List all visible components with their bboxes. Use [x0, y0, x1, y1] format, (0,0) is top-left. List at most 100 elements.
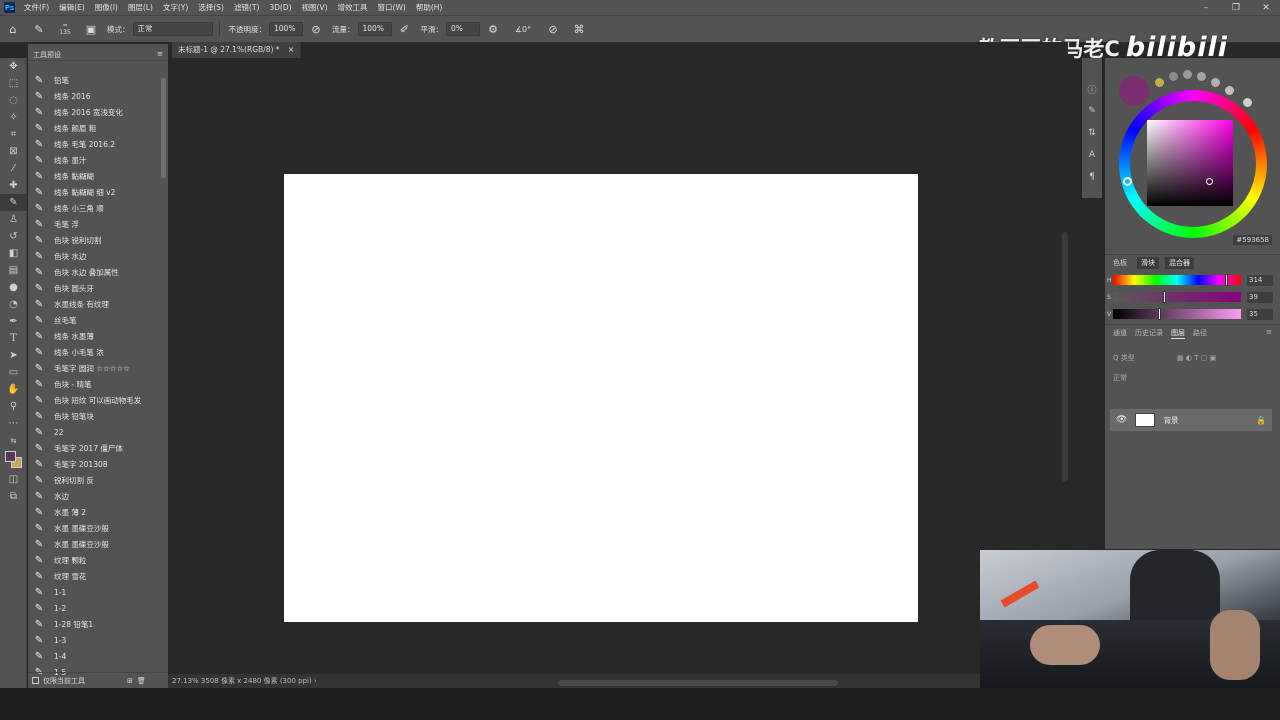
tab-channels[interactable]: 通道: [1113, 328, 1127, 339]
hue-value[interactable]: 314: [1247, 274, 1273, 286]
preset-item[interactable]: ✎ 色块 水边 叠加属性: [28, 264, 158, 280]
menu-image[interactable]: 图像(I): [90, 0, 123, 15]
quick-mask-icon[interactable]: ◫: [0, 471, 27, 488]
brush-settings-icon[interactable]: ▣: [83, 21, 99, 37]
gradient-tool-icon[interactable]: ▤: [0, 262, 27, 279]
history-brush-tool-icon[interactable]: ↺: [0, 228, 27, 245]
menu-edit[interactable]: 编辑(E): [54, 0, 90, 15]
preset-item[interactable]: ✎ 水边: [28, 488, 158, 504]
filter-shape-icon[interactable]: ▢: [1201, 354, 1208, 362]
filter-smart-icon[interactable]: ▣: [1210, 354, 1217, 362]
menu-layer[interactable]: 图层(L): [123, 0, 158, 15]
hex-value[interactable]: #593658: [1233, 235, 1272, 245]
path-selection-tool-icon[interactable]: ➤: [0, 347, 27, 364]
close-tab-icon[interactable]: ×: [288, 45, 294, 54]
recent-swatch[interactable]: [1225, 86, 1234, 95]
tab-sliders[interactable]: 滑块: [1137, 257, 1159, 269]
menu-help[interactable]: 帮助(H): [411, 0, 448, 15]
hue-slider-thumb[interactable]: [1224, 274, 1228, 286]
value-slider[interactable]: [1113, 308, 1241, 320]
filter-type-icon[interactable]: T: [1194, 354, 1198, 362]
preset-item[interactable]: ✎ 1-28 铅笔1: [28, 616, 158, 632]
presets-scrollbar[interactable]: [161, 78, 166, 178]
layer-filter-select[interactable]: Q 类型: [1113, 354, 1135, 362]
document-tab[interactable]: 未标题-1 @ 27.1%(RGB/8) * ×: [172, 42, 302, 58]
menu-type[interactable]: 文字(Y): [158, 0, 193, 15]
hue-marker[interactable]: [1123, 177, 1132, 186]
new-preset-icon[interactable]: ⊞: [127, 677, 133, 685]
pen-tool-icon[interactable]: ✒: [0, 313, 27, 330]
smoothing-options-icon[interactable]: ⚙: [485, 21, 501, 37]
preset-item[interactable]: ✎ 毛笔 浮: [28, 216, 158, 232]
preset-item[interactable]: ✎ 线条 小三角 顺: [28, 200, 158, 216]
panel-menu-icon[interactable]: ≡: [1266, 328, 1272, 339]
delete-preset-icon[interactable]: 🗑: [137, 677, 146, 685]
preset-item[interactable]: ✎ 色块 锐利切割: [28, 232, 158, 248]
move-tool-icon[interactable]: ✥: [0, 58, 27, 75]
preset-item[interactable]: ✎ 色块 水边: [28, 248, 158, 264]
preset-item[interactable]: ✎ 毛笔字 圆润 ☆☆☆☆☆: [28, 360, 158, 376]
preset-item[interactable]: ✎ 线条 黏糊糊: [28, 168, 158, 184]
recent-swatch[interactable]: [1155, 78, 1164, 87]
eraser-tool-icon[interactable]: ◧: [0, 245, 27, 262]
lasso-tool-icon[interactable]: ◌: [0, 92, 27, 109]
brush-settings-panel-icon[interactable]: ✎: [1082, 100, 1102, 122]
hand-tool-icon[interactable]: ✋: [0, 381, 27, 398]
preset-item[interactable]: ✎ 色块 短纹 可以画动物毛发: [28, 392, 158, 408]
preset-item[interactable]: ✎ 线条 墨汁: [28, 152, 158, 168]
angle-icon[interactable]: ∡ 0°: [511, 21, 535, 37]
default-colors-icon[interactable]: ⇆: [0, 432, 27, 449]
preset-item[interactable]: ✎ 色块 铅笔块: [28, 408, 158, 424]
value-value[interactable]: 35: [1247, 308, 1273, 320]
preset-item[interactable]: ✎ 锐利切割 反: [28, 472, 158, 488]
adjustments-icon[interactable]: ⇅: [1082, 122, 1102, 144]
pressure-opacity-icon[interactable]: ⊘: [308, 21, 324, 37]
preset-item[interactable]: ✎ 22: [28, 424, 158, 440]
menu-filter[interactable]: 滤镜(T): [229, 0, 264, 15]
mode-select[interactable]: 正常: [132, 22, 213, 36]
eyedropper-tool-icon[interactable]: ⁄: [0, 160, 27, 177]
tab-mixer[interactable]: 混合器: [1165, 257, 1194, 269]
menu-file[interactable]: 文件(F): [19, 0, 54, 15]
saturation-slider-thumb[interactable]: [1162, 291, 1166, 303]
info-icon[interactable]: ⓘ: [1082, 78, 1102, 100]
smoothing-field[interactable]: 0%: [446, 22, 480, 36]
saturation-slider[interactable]: [1113, 291, 1241, 303]
preset-item[interactable]: ✎ 线条 2016: [28, 88, 158, 104]
preset-item[interactable]: ✎ 水墨线条 有纹理: [28, 296, 158, 312]
preset-item[interactable]: ✎ 纹理 颗粒: [28, 552, 158, 568]
recent-swatch[interactable]: [1197, 72, 1206, 81]
preset-item[interactable]: ✎ 丝毛笔: [28, 312, 158, 328]
brush-tool-icon[interactable]: ✎: [31, 21, 47, 37]
menu-3d[interactable]: 3D(D): [264, 0, 296, 15]
preset-item[interactable]: ✎ 1-1: [28, 584, 158, 600]
brush-tool-icon[interactable]: ✎: [0, 194, 27, 211]
tab-swatches[interactable]: 色板: [1109, 257, 1131, 269]
zoom-tool-icon[interactable]: ⚲: [0, 398, 27, 415]
type-tool-icon[interactable]: T: [0, 330, 27, 347]
airbrush-icon[interactable]: ✐: [397, 21, 413, 37]
character-icon[interactable]: A: [1082, 144, 1102, 166]
preset-item[interactable]: ✎ 毛笔字 2017 僵尸体: [28, 440, 158, 456]
healing-brush-tool-icon[interactable]: ✚: [0, 177, 27, 194]
current-tool-only-checkbox[interactable]: [32, 677, 39, 684]
recent-swatch[interactable]: [1169, 72, 1178, 81]
preset-item[interactable]: ✎ 色块 - 晴笔: [28, 376, 158, 392]
hue-slider[interactable]: [1113, 274, 1241, 286]
panel-menu-icon[interactable]: ≡: [157, 50, 163, 59]
filter-adjustment-icon[interactable]: ◐: [1186, 354, 1192, 362]
current-color-swatch[interactable]: [1119, 76, 1149, 106]
crop-tool-icon[interactable]: ⌗: [0, 126, 27, 143]
canvas[interactable]: [284, 174, 918, 622]
recent-swatch[interactable]: [1211, 78, 1220, 87]
recent-swatch[interactable]: [1183, 70, 1192, 79]
more-tools-icon[interactable]: ⋯: [0, 415, 27, 432]
paragraph-icon[interactable]: ¶: [1082, 166, 1102, 188]
home-icon[interactable]: ⌂: [5, 21, 21, 37]
saturation-value[interactable]: 39: [1247, 291, 1273, 303]
menu-select[interactable]: 选择(S): [193, 0, 229, 15]
tab-history[interactable]: 历史记录: [1135, 328, 1163, 339]
preset-item[interactable]: ✎ 1-2: [28, 600, 158, 616]
preset-item[interactable]: ✎ 线条 黏糊糊 细 v2: [28, 184, 158, 200]
tab-layers[interactable]: 图层: [1171, 328, 1185, 339]
